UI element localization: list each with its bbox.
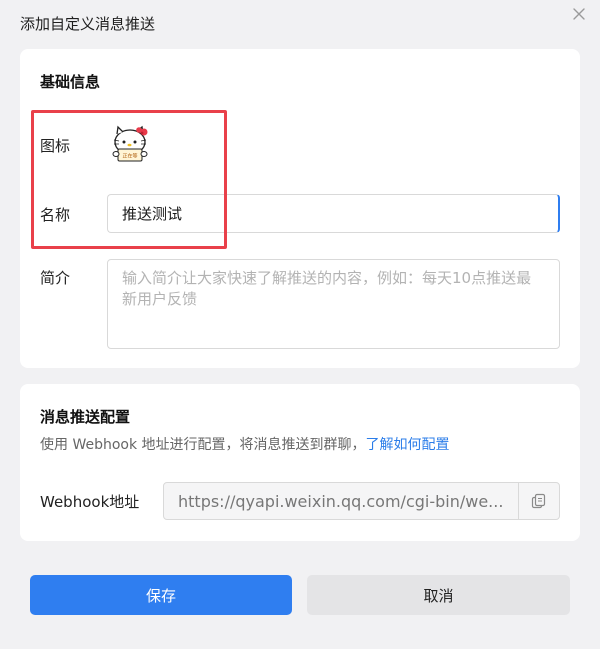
save-button[interactable]: 保存 <box>30 575 292 615</box>
webhook-label: Webhook地址 <box>40 493 140 511</box>
help-link[interactable]: 了解如何配置 <box>366 437 450 453</box>
name-label: 名称 <box>40 206 71 224</box>
name-input[interactable]: 推送测试 <box>107 194 560 233</box>
intro-textarea[interactable]: 输入简介让大家快速了解推送的内容，例如：每天10点推送最新用户反馈 <box>107 259 560 349</box>
push-config-card: 消息推送配置 使用 Webhook 地址进行配置，将消息推送到群聊，了解如何配置… <box>20 384 580 541</box>
icon-label: 图标 <box>40 137 71 155</box>
basic-info-title: 基础信息 <box>40 73 101 91</box>
webhook-field: https://qyapi.weixin.qq.com/cgi-bin/we..… <box>163 482 560 520</box>
dialog-title: 添加自定义消息推送 <box>20 15 156 33</box>
push-config-description: 使用 Webhook 地址进行配置，将消息推送到群聊，了解如何配置 <box>40 434 450 454</box>
webhook-value[interactable]: https://qyapi.weixin.qq.com/cgi-bin/we..… <box>164 492 518 511</box>
avatar[interactable]: 正在等 <box>111 125 153 165</box>
intro-label: 简介 <box>40 269 71 287</box>
close-icon[interactable] <box>570 5 588 23</box>
basic-info-card: 基础信息 图标 正在等 名称 推送测试 简介 输入简介让大家快速了解推送的内容，… <box>20 49 580 368</box>
hello-kitty-icon: 正在等 <box>112 125 148 162</box>
description-text: 使用 Webhook 地址进行配置，将消息推送到群聊， <box>40 437 366 453</box>
copy-button[interactable] <box>518 483 559 519</box>
copy-icon <box>531 493 546 509</box>
avatar-tag: 正在等 <box>122 153 137 160</box>
cancel-button[interactable]: 取消 <box>307 575 570 615</box>
push-config-title: 消息推送配置 <box>40 408 131 426</box>
